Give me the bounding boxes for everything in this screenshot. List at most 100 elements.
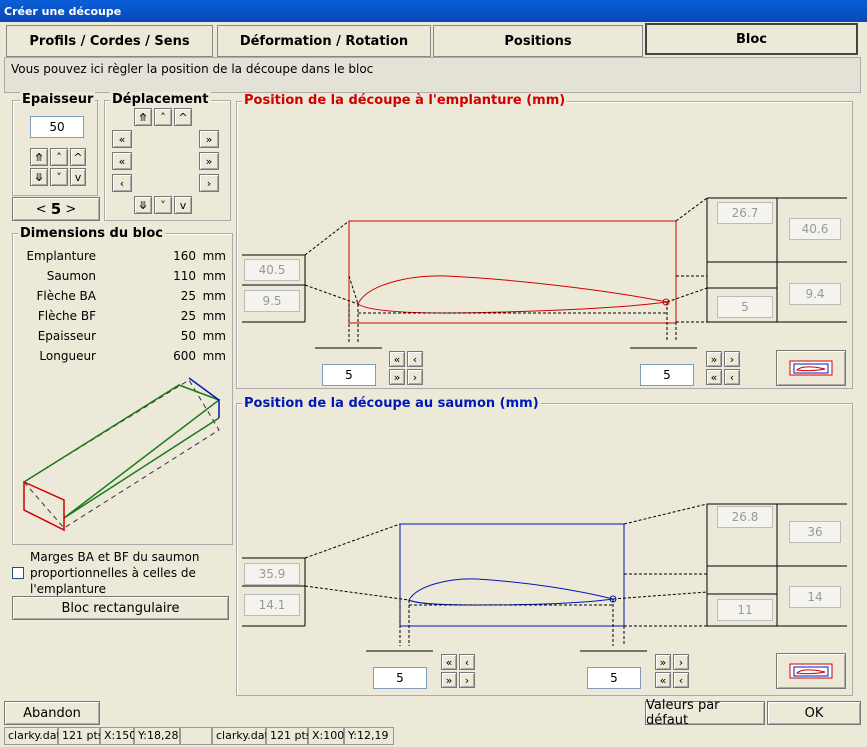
tip-left-left-button[interactable]: ‹: [459, 654, 475, 670]
double-down-icon: ⤋: [138, 198, 148, 212]
status-file-tip: clarky.dat: [212, 727, 269, 745]
move-up-fast-button[interactable]: ⤊: [134, 108, 152, 126]
left-icon: ‹: [119, 176, 125, 190]
move-down-button[interactable]: ˅: [154, 196, 172, 214]
double-down-icon: ⤋: [34, 170, 44, 184]
root-top-right-field[interactable]: 26.7: [717, 202, 773, 224]
tab-deformation[interactable]: Déformation / Rotation: [217, 25, 431, 57]
tip-top-right-field[interactable]: 26.8: [717, 506, 773, 528]
tip-top-left-field[interactable]: 35.9: [244, 563, 300, 585]
move-right-small-button[interactable]: ›: [199, 174, 219, 192]
double-right-icon: »: [205, 154, 213, 168]
tip-right-left-button[interactable]: ‹: [673, 672, 689, 688]
dim-unit: mm: [202, 309, 226, 323]
tip-right-fast-right-button[interactable]: »: [655, 654, 671, 670]
root-margin-right-input[interactable]: 5: [640, 364, 694, 386]
move-up-buttons: ⤊ ˄ ^: [134, 108, 192, 126]
root-fit-button[interactable]: [776, 350, 846, 386]
tab-positions[interactable]: Positions: [433, 25, 643, 57]
proportional-checkbox[interactable]: [12, 567, 24, 579]
block-3d-preview: [23, 377, 221, 532]
chevron-up-icon: ^: [73, 150, 83, 164]
tab-profils[interactable]: Profils / Cordes / Sens: [6, 25, 213, 57]
move-right-fast-button[interactable]: »: [199, 130, 219, 148]
move-up-button[interactable]: ˄: [154, 108, 172, 126]
root-right-small-field[interactable]: 5: [717, 296, 773, 318]
move-down-small-button[interactable]: v: [174, 196, 192, 214]
root-top-left-field[interactable]: 40.5: [244, 259, 300, 281]
root-bottom-left-field[interactable]: 9.5: [244, 290, 300, 312]
right-arrow-icon: >: [61, 201, 77, 217]
defaults-button[interactable]: Valeurs par défaut: [645, 698, 765, 728]
tip-far-top-right-field[interactable]: 36: [789, 521, 841, 543]
abandon-button[interactable]: Abandon: [4, 701, 100, 725]
move-left-fast-button[interactable]: «: [112, 130, 132, 148]
ok-button[interactable]: OK: [767, 701, 861, 725]
root-margin-left-input[interactable]: 5: [322, 364, 376, 386]
left-icon: ‹: [678, 673, 684, 687]
tip-bottom-left-field[interactable]: 14.1: [244, 594, 300, 616]
tip-left-fast-left-button[interactable]: «: [441, 654, 457, 670]
title-bar: Créer une découpe: [0, 0, 867, 22]
root-left-fast-right-button[interactable]: »: [389, 369, 405, 385]
bloc-rectangulaire-button[interactable]: Bloc rectangulaire: [12, 596, 229, 620]
tip-far-bottom-right-field[interactable]: 14: [789, 586, 841, 608]
epaisseur-up-fast-button[interactable]: ⤊: [30, 148, 48, 166]
move-left-button[interactable]: «: [112, 152, 132, 170]
up-icon: ˄: [160, 110, 166, 124]
dim-label: Saumon: [46, 269, 96, 283]
step-button[interactable]: < 5 >: [12, 197, 100, 221]
epaisseur-up-button[interactable]: ˄: [50, 148, 68, 166]
double-left-icon: «: [659, 673, 667, 687]
tip-right-right-button[interactable]: ›: [673, 654, 689, 670]
deplacement-title: Déplacement: [110, 92, 211, 107]
epaisseur-down-fast-button[interactable]: ⤋: [30, 168, 48, 186]
root-right-fast-right-button[interactable]: »: [706, 351, 722, 367]
dim-row: Flèche BF 25 mm: [20, 309, 226, 329]
dim-unit: mm: [202, 269, 226, 283]
proportional-label-line2: proportionnelles à celles de: [30, 566, 196, 580]
root-left-fast-left-button[interactable]: «: [389, 351, 405, 367]
tip-left-fast-right-button[interactable]: »: [441, 672, 457, 688]
move-right-button[interactable]: »: [199, 152, 219, 170]
tip-margin-right-input[interactable]: 5: [587, 667, 641, 689]
tip-margin-left-input[interactable]: 5: [373, 667, 427, 689]
double-left-icon: «: [393, 352, 401, 366]
epaisseur-down-button[interactable]: ˅: [50, 168, 68, 186]
status-pts-root: 121 pts: [58, 727, 104, 745]
tip-right-small-field[interactable]: 11: [717, 599, 773, 621]
double-right-icon: »: [445, 673, 453, 687]
root-right-left-button[interactable]: ‹: [724, 369, 740, 385]
chevron-down-icon: v: [74, 170, 82, 184]
move-down-fast-button[interactable]: ⤋: [134, 196, 152, 214]
root-right-right-button[interactable]: ›: [724, 351, 740, 367]
root-right-fast-left-button[interactable]: «: [706, 369, 722, 385]
tip-right-fast-left-button[interactable]: «: [655, 672, 671, 688]
dim-unit: mm: [202, 329, 226, 343]
move-up-small-button[interactable]: ^: [174, 108, 192, 126]
tip-fit-button[interactable]: [776, 653, 846, 689]
root-title: Position de la découpe à l'emplanture (m…: [242, 93, 568, 108]
proportional-label: Marges BA et BF du saumon proportionnell…: [30, 549, 200, 597]
dim-value: 50: [180, 329, 196, 343]
root-far-top-right-field[interactable]: 40.6: [789, 218, 841, 240]
dim-value: 600: [173, 349, 196, 363]
tip-left-right-button[interactable]: ›: [459, 672, 475, 688]
root-left-left-button[interactable]: ‹: [407, 351, 423, 367]
epaisseur-down-small-button[interactable]: v: [70, 168, 86, 186]
left-icon: ‹: [412, 352, 418, 366]
root-left-right-button[interactable]: ›: [407, 369, 423, 385]
double-left-icon: «: [445, 655, 453, 669]
tab-bloc[interactable]: Bloc: [645, 23, 858, 55]
status-empty: [180, 727, 212, 745]
status-y-root: Y:18,28: [134, 727, 180, 745]
move-down-buttons: ⤋ ˅ v: [134, 196, 192, 214]
epaisseur-input[interactable]: 50: [30, 116, 84, 138]
right-icon: ›: [729, 352, 735, 366]
epaisseur-up-small-button[interactable]: ^: [70, 148, 86, 166]
move-left-small-button[interactable]: ‹: [112, 174, 132, 192]
dim-row: Saumon 110 mm: [20, 269, 226, 289]
root-far-bottom-right-field[interactable]: 9.4: [789, 283, 841, 305]
profile-fit-icon: [789, 360, 833, 376]
status-x-root: X:150: [100, 727, 136, 745]
